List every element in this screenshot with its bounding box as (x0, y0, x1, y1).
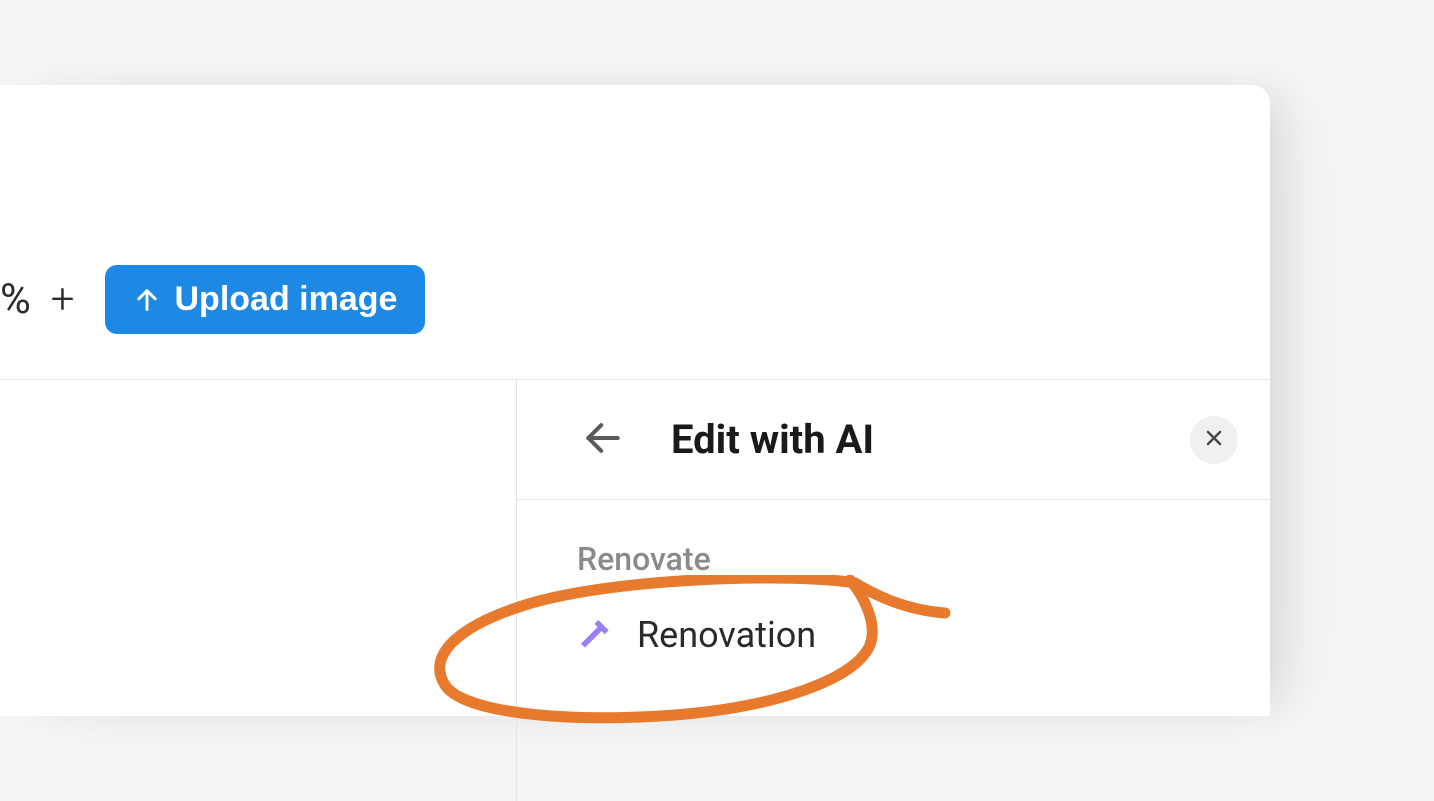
upload-button-label: Upload image (175, 280, 398, 319)
section-label-renovate: Renovate (577, 540, 1210, 578)
menu-item-label: Renovation (637, 614, 816, 656)
panel-body: Renovate Renovation (517, 500, 1270, 704)
back-button[interactable] (575, 410, 631, 469)
toolbar-content: % + Upload image (0, 265, 425, 334)
menu-item-renovation[interactable]: Renovation (577, 606, 1210, 664)
arrow-left-icon (581, 416, 625, 463)
hammer-icon (577, 616, 615, 654)
app-container: % + Upload image (0, 85, 1270, 716)
upload-image-button[interactable]: Upload image (105, 265, 426, 334)
panel-title: Edit with AI (671, 416, 874, 463)
close-button[interactable] (1190, 416, 1238, 464)
plus-icon[interactable]: + (51, 279, 75, 321)
close-icon (1202, 426, 1226, 453)
edit-with-ai-panel: Edit with AI Renovate Renovatio (516, 380, 1270, 801)
panel-header: Edit with AI (517, 380, 1270, 500)
percent-icon[interactable]: % (0, 279, 31, 321)
arrow-up-icon (133, 286, 161, 314)
toolbar: % + Upload image (0, 85, 1270, 380)
